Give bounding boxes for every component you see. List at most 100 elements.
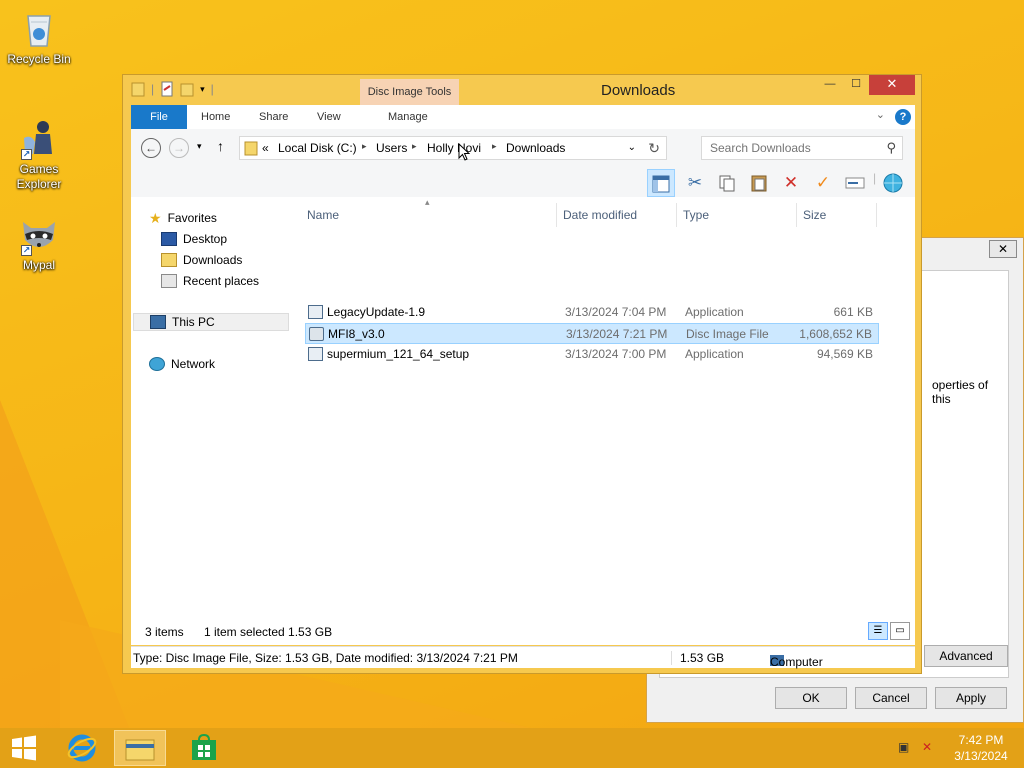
- status-bar: 3 items 1 item selected 1.53 GB ☰ ▭: [131, 619, 915, 645]
- file-type: Application: [685, 305, 744, 319]
- checkmark-icon[interactable]: ✓: [809, 169, 837, 197]
- application-icon: [308, 305, 323, 319]
- dialog-close-button[interactable]: ✕: [989, 240, 1017, 258]
- copy-icon[interactable]: [713, 169, 741, 197]
- minimize-button[interactable]: —: [817, 75, 843, 95]
- customize-toolbar-icon[interactable]: ▾: [200, 84, 205, 95]
- forward-button[interactable]: →: [169, 138, 189, 158]
- column-header-name[interactable]: Name: [301, 203, 557, 227]
- address-bar[interactable]: « Local Disk (C:) ▸ Users ▸ Holly Novi ▸…: [239, 136, 667, 160]
- preview-pane-icon[interactable]: [647, 169, 675, 197]
- desktop-icon-games-explorer[interactable]: ↗ Games Explorer: [1, 118, 77, 192]
- close-button[interactable]: ✕: [869, 75, 915, 95]
- delete-icon[interactable]: ✕: [777, 169, 805, 197]
- tab-file[interactable]: File: [131, 105, 187, 129]
- details-view-icon[interactable]: ☰: [868, 622, 888, 640]
- star-icon: ★: [149, 209, 162, 226]
- recent-places-icon: [161, 274, 177, 288]
- large-icons-view-icon[interactable]: ▭: [890, 622, 910, 640]
- column-header-size[interactable]: Size: [797, 203, 877, 227]
- clock[interactable]: 7:42 PM 3/13/2024: [946, 732, 1016, 764]
- search-icon[interactable]: ⚲: [886, 140, 896, 156]
- maximize-button[interactable]: ☐: [843, 75, 869, 95]
- desktop-icon: [161, 232, 177, 246]
- nav-favorites[interactable]: ★ Favorites: [149, 209, 217, 227]
- nav-downloads[interactable]: Downloads: [161, 251, 242, 269]
- nav-label: Downloads: [183, 253, 243, 267]
- breadcrumb-overflow[interactable]: «: [262, 141, 269, 155]
- file-name: LegacyUpdate-1.9: [327, 305, 426, 319]
- file-row[interactable]: LegacyUpdate-1.9 3/13/2024 7:04 PM Appli…: [305, 302, 879, 323]
- file-row-selected[interactable]: MFI8_v3.0 3/13/2024 7:21 PM Disc Image F…: [305, 323, 879, 344]
- search-box[interactable]: ⚲: [701, 136, 903, 160]
- ok-button[interactable]: OK: [775, 687, 847, 709]
- mouse-cursor-icon: [458, 143, 470, 161]
- advanced-button[interactable]: Advanced: [924, 645, 1008, 667]
- tab-view[interactable]: View: [317, 105, 341, 129]
- title-bar[interactable]: | ▾ | Disc Image Tools Downloads — ☐ ✕: [123, 75, 921, 105]
- nav-desktop[interactable]: Desktop: [161, 230, 227, 248]
- breadcrumb-separator-icon[interactable]: ▸: [362, 141, 367, 152]
- nav-network[interactable]: Network: [149, 355, 215, 373]
- dialog-partial-text: operties of this: [932, 378, 989, 406]
- computer-icon: [150, 315, 166, 329]
- tab-manage[interactable]: Manage: [388, 105, 428, 129]
- help-icon[interactable]: ?: [895, 109, 911, 125]
- cut-icon[interactable]: ✂: [681, 169, 709, 197]
- desktop-icon-label: Recycle Bin: [7, 52, 71, 66]
- taskbar: ▣ ✕ 7:42 PM 3/13/2024: [0, 728, 1024, 768]
- desktop-icon-label: Games Explorer: [16, 162, 62, 191]
- chevron-down-icon[interactable]: ⌄: [628, 142, 636, 153]
- rename-icon[interactable]: [841, 169, 869, 197]
- globe-icon[interactable]: [879, 169, 907, 197]
- chevron-down-icon[interactable]: ⌄: [876, 108, 885, 121]
- paste-icon[interactable]: [745, 169, 773, 197]
- file-explorer-taskbar-icon[interactable]: [114, 730, 166, 766]
- breadcrumb-downloads[interactable]: Downloads: [506, 141, 565, 155]
- file-list: ▴ Name Date modified Type Size LegacyUpd…: [301, 197, 915, 645]
- nav-this-pc[interactable]: This PC: [133, 313, 289, 331]
- wallpaper-shape: [0, 400, 130, 730]
- raccoon-icon: ↗: [19, 214, 59, 256]
- desktop-icon-recycle-bin[interactable]: Recycle Bin: [1, 8, 77, 67]
- nav-label: This PC: [172, 315, 215, 329]
- internet-explorer-icon[interactable]: [56, 730, 108, 766]
- breadcrumb-user-folder[interactable]: Holly Novi: [427, 141, 481, 155]
- column-header-date[interactable]: Date modified: [557, 203, 677, 227]
- downloads-folder-icon: [161, 253, 177, 267]
- folder-icon: [131, 81, 145, 97]
- content-area: ★ Favorites Desktop Downloads Recent pla…: [131, 197, 915, 645]
- tab-home[interactable]: Home: [201, 105, 230, 129]
- nav-recent-places[interactable]: Recent places: [161, 272, 259, 290]
- recycle-bin-icon: [19, 8, 59, 48]
- breadcrumb-local-disk[interactable]: Local Disk (C:): [278, 141, 357, 155]
- file-date: 3/13/2024 7:21 PM: [566, 327, 668, 341]
- breadcrumb-separator-icon[interactable]: ▸: [412, 141, 417, 152]
- back-button[interactable]: ←: [141, 138, 161, 158]
- start-button[interactable]: [0, 730, 48, 766]
- desktop-icon-label: Mypal: [22, 258, 55, 272]
- cancel-button[interactable]: Cancel: [855, 687, 927, 709]
- recent-locations-icon[interactable]: ▾: [197, 141, 202, 152]
- column-header-type[interactable]: Type: [677, 203, 797, 227]
- file-date: 3/13/2024 7:00 PM: [565, 347, 667, 361]
- search-input[interactable]: [702, 137, 872, 159]
- breadcrumb-separator-icon[interactable]: ▸: [492, 141, 497, 152]
- file-type: Application: [685, 347, 744, 361]
- store-icon[interactable]: [178, 730, 230, 766]
- window-controls: — ☐ ✕: [817, 75, 915, 95]
- apply-button[interactable]: Apply: [935, 687, 1007, 709]
- network-tray-icon[interactable]: ▣: [898, 740, 912, 754]
- up-arrow-icon[interactable]: ↑: [217, 138, 224, 154]
- volume-muted-icon[interactable]: ✕: [922, 740, 936, 754]
- new-folder-icon[interactable]: [180, 81, 194, 97]
- file-row[interactable]: supermium_121_64_setup 3/13/2024 7:00 PM…: [305, 344, 879, 365]
- desktop-icon-mypal[interactable]: ↗ Mypal: [1, 214, 77, 273]
- chess-piece-icon: ↗: [19, 118, 59, 160]
- file-type: Disc Image File: [686, 327, 769, 341]
- tab-share[interactable]: Share: [259, 105, 288, 129]
- properties-icon[interactable]: [160, 81, 174, 97]
- refresh-icon[interactable]: ↻: [648, 140, 660, 157]
- toolbar-separator: |: [210, 82, 214, 96]
- breadcrumb-users[interactable]: Users: [376, 141, 407, 155]
